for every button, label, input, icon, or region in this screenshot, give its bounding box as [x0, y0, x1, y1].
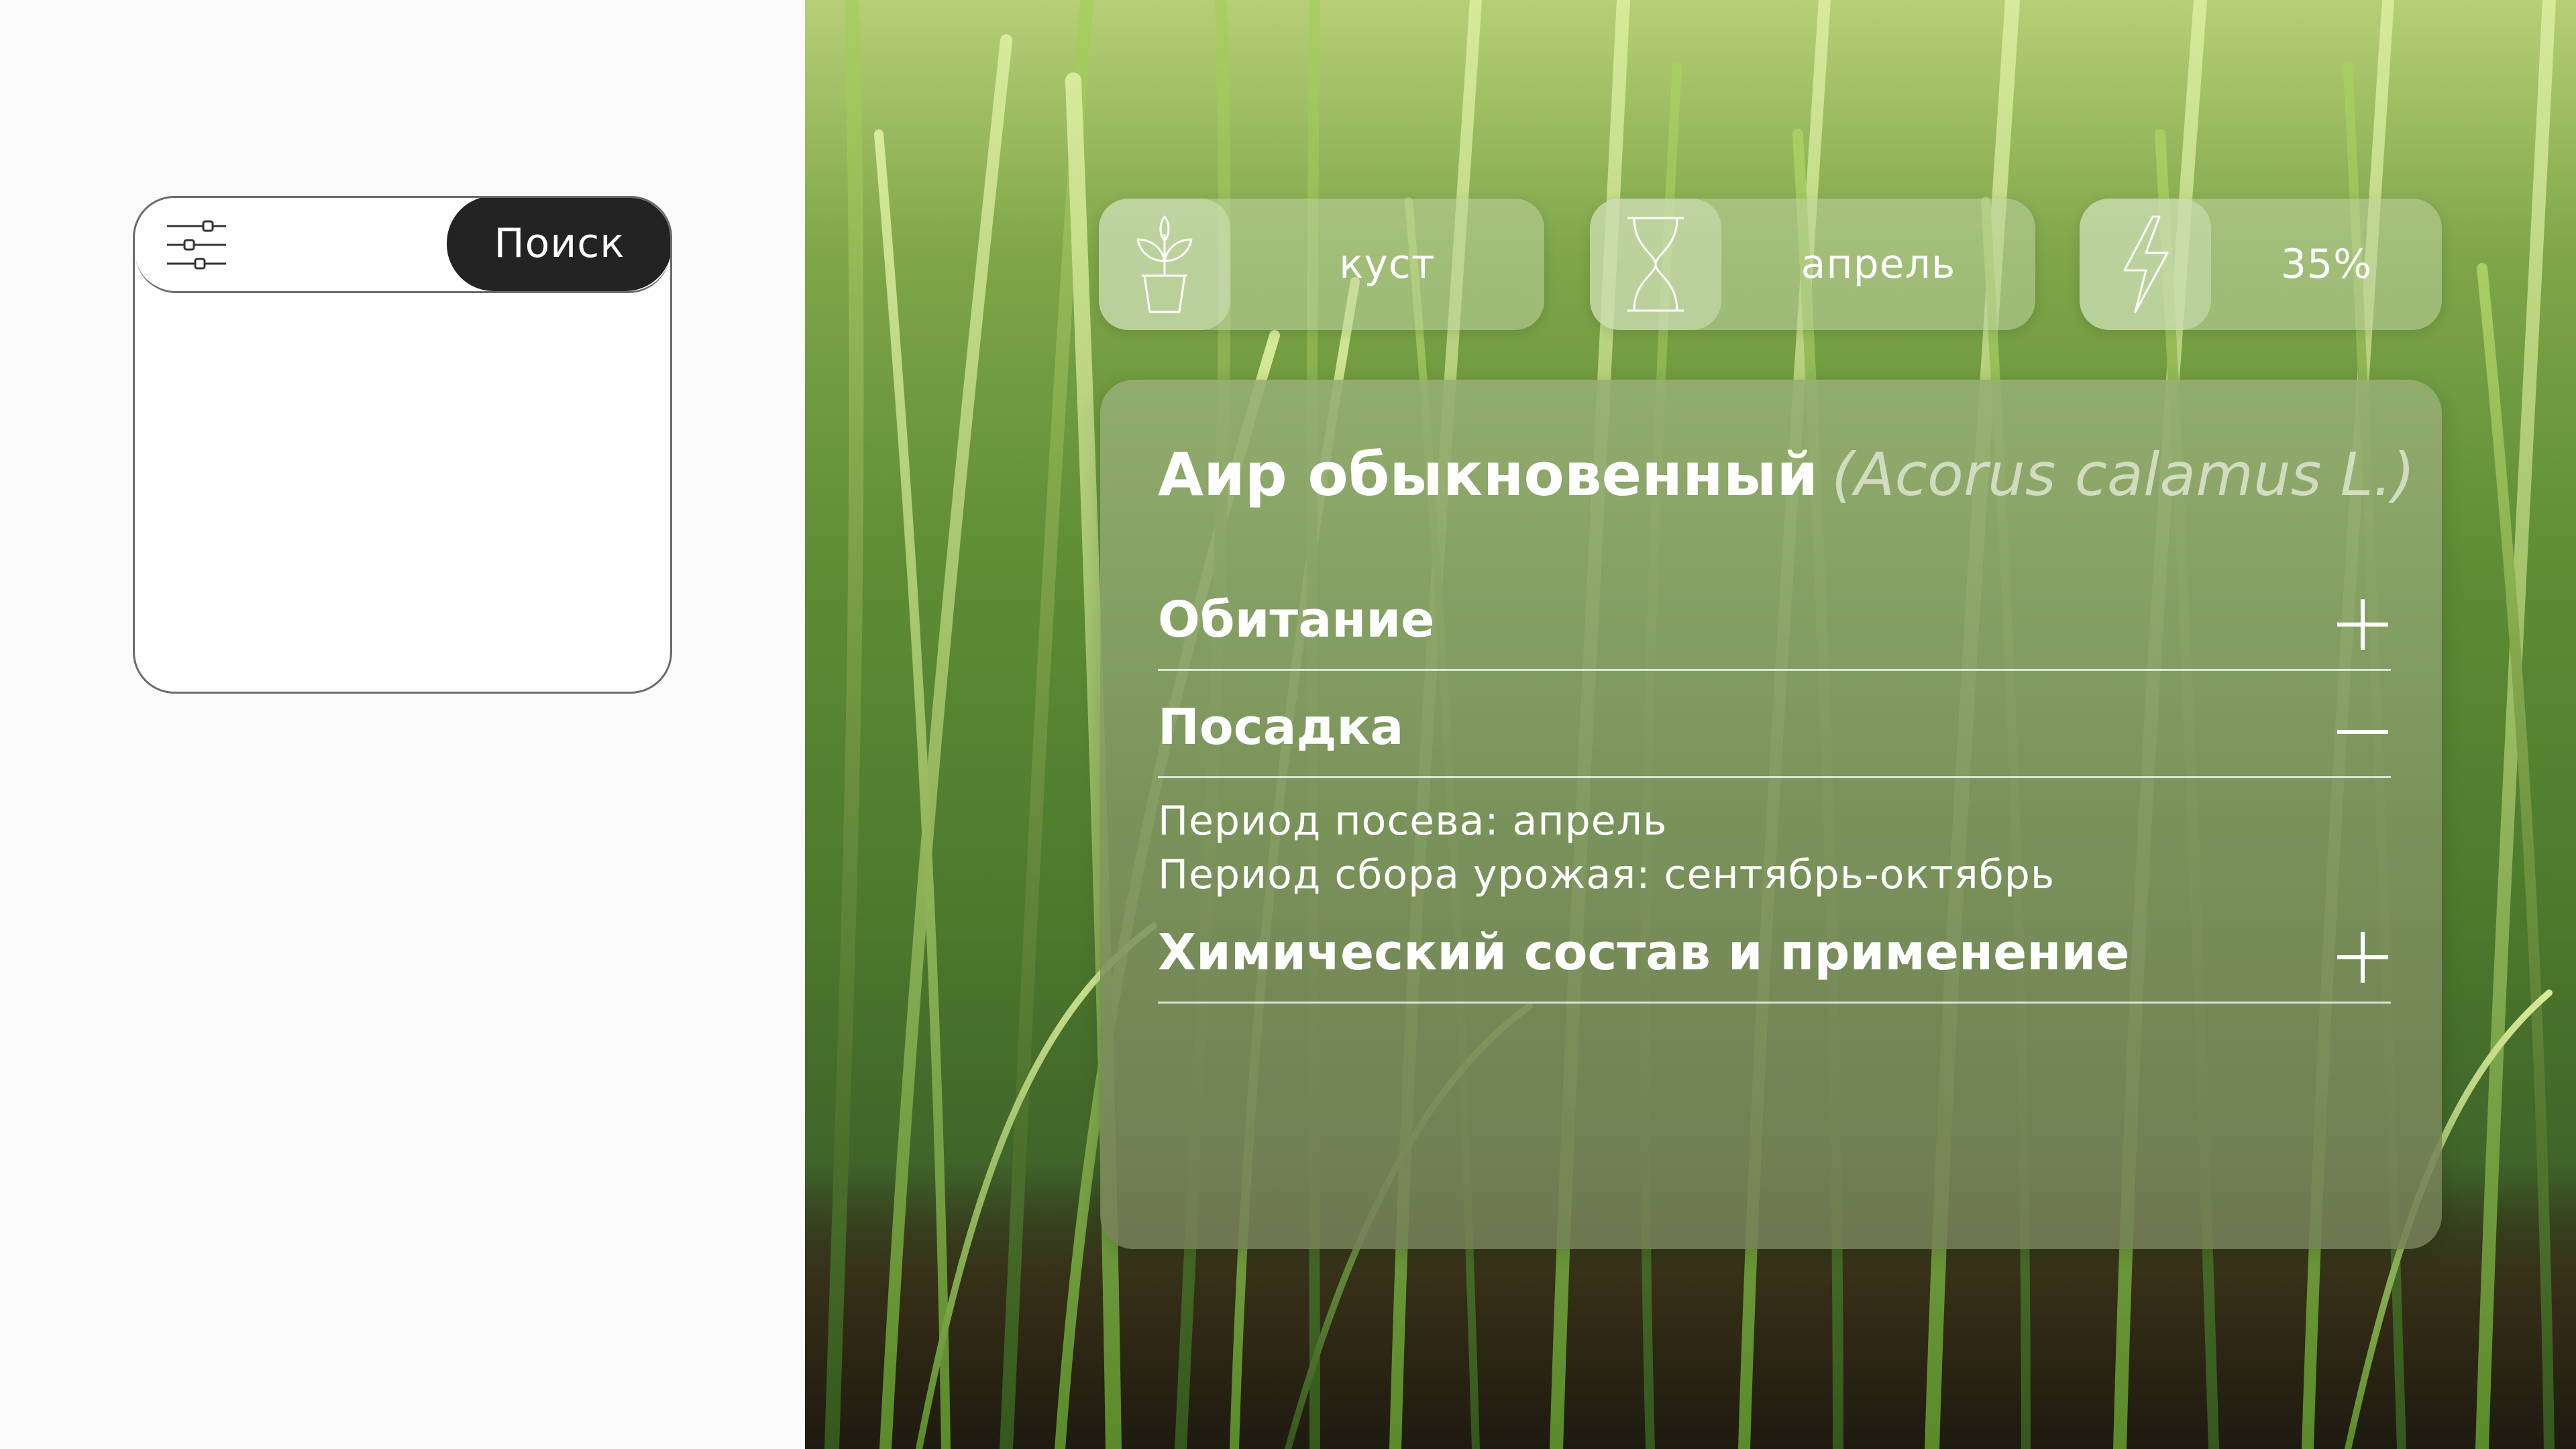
plus-icon[interactable] — [2334, 596, 2391, 653]
tag-chip-percent: 35% — [2080, 199, 2442, 330]
sowing-period: Период посева: апрель — [1158, 798, 1668, 845]
minus-icon[interactable] — [2334, 704, 2391, 760]
hourglass-icon — [1590, 199, 1721, 330]
tag-label: 35% — [2280, 241, 2373, 288]
harvest-period: Период сбора урожая: сентябрь-октябрь — [1158, 851, 2055, 898]
planting-details: Период посева: апрель Период сбора урожа… — [1158, 794, 2055, 902]
tag-chip-month: апрель — [1590, 199, 2035, 330]
accordion-title: Посадка — [1158, 698, 1404, 756]
search-results-area — [135, 293, 670, 692]
plant-name: Аир обыкновенный — [1158, 440, 1819, 509]
tag-chip-growth-form: куст — [1099, 199, 1544, 330]
search-widget: Поиск — [133, 196, 672, 694]
search-bar[interactable]: Поиск — [135, 198, 670, 293]
plant-title: Аир обыкновенный (Acorus calamus L.) — [1158, 440, 2415, 509]
tag-label: апрель — [1801, 241, 1956, 288]
left-panel: Поиск — [0, 0, 805, 1449]
accordion-chemistry[interactable]: Химический состав и применение — [1158, 903, 2391, 1004]
potted-plant-icon — [1099, 199, 1230, 330]
accordion-habitat[interactable]: Обитание — [1158, 574, 2391, 671]
accordion-title: Химический состав и применение — [1158, 924, 2130, 981]
accordion-title: Обитание — [1158, 591, 1435, 649]
search-button[interactable]: Поиск — [447, 198, 670, 291]
tag-label: куст — [1339, 241, 1436, 288]
sliders-icon[interactable] — [164, 214, 229, 276]
plant-info-card: Аир обыкновенный (Acorus calamus L.) Обит… — [1100, 380, 2442, 1249]
plus-icon[interactable] — [2334, 929, 2391, 985]
lightning-icon — [2080, 199, 2211, 330]
plant-latin-name: (Acorus calamus L.) — [1831, 440, 2415, 509]
accordion-planting[interactable]: Посадка — [1158, 671, 2391, 778]
